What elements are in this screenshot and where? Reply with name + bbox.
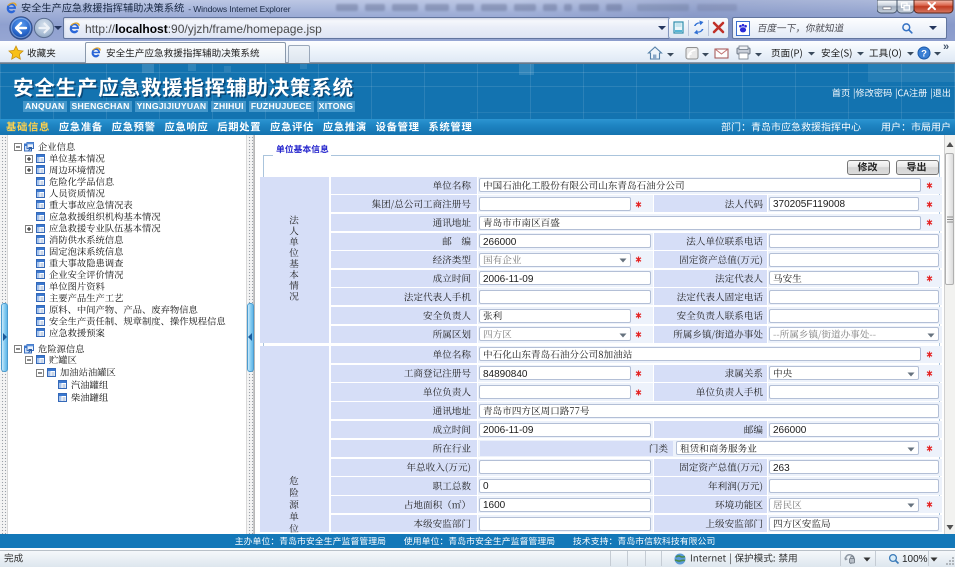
svg-text:?: ?: [921, 48, 927, 59]
